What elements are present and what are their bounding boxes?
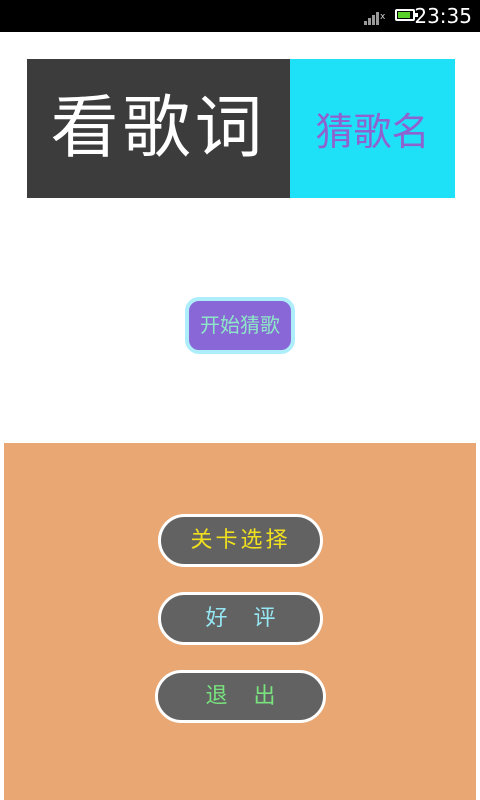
title-sub-text: 猜歌名 — [315, 110, 430, 154]
title-sub-panel: 猜歌名 — [290, 59, 455, 198]
status-clock: 23:35 — [414, 4, 472, 28]
title-main-text: 看歌词 — [50, 89, 267, 168]
status-bar: x 23:35 — [0, 0, 480, 32]
title-main-panel: 看歌词 — [27, 59, 290, 198]
rate-button[interactable]: 好评 — [158, 592, 323, 645]
start-guess-button[interactable]: 开始猜歌 — [185, 297, 295, 354]
battery-level-fill — [398, 12, 410, 18]
exit-button[interactable]: 退出 — [155, 670, 326, 723]
title-banner: 看歌词 猜歌名 — [27, 59, 455, 198]
battery-icon — [395, 9, 418, 21]
no-data-icon: x — [380, 12, 386, 22]
menu-panel: 关卡选择 好评 退出 — [4, 443, 476, 800]
level-select-button[interactable]: 关卡选择 — [158, 514, 323, 567]
